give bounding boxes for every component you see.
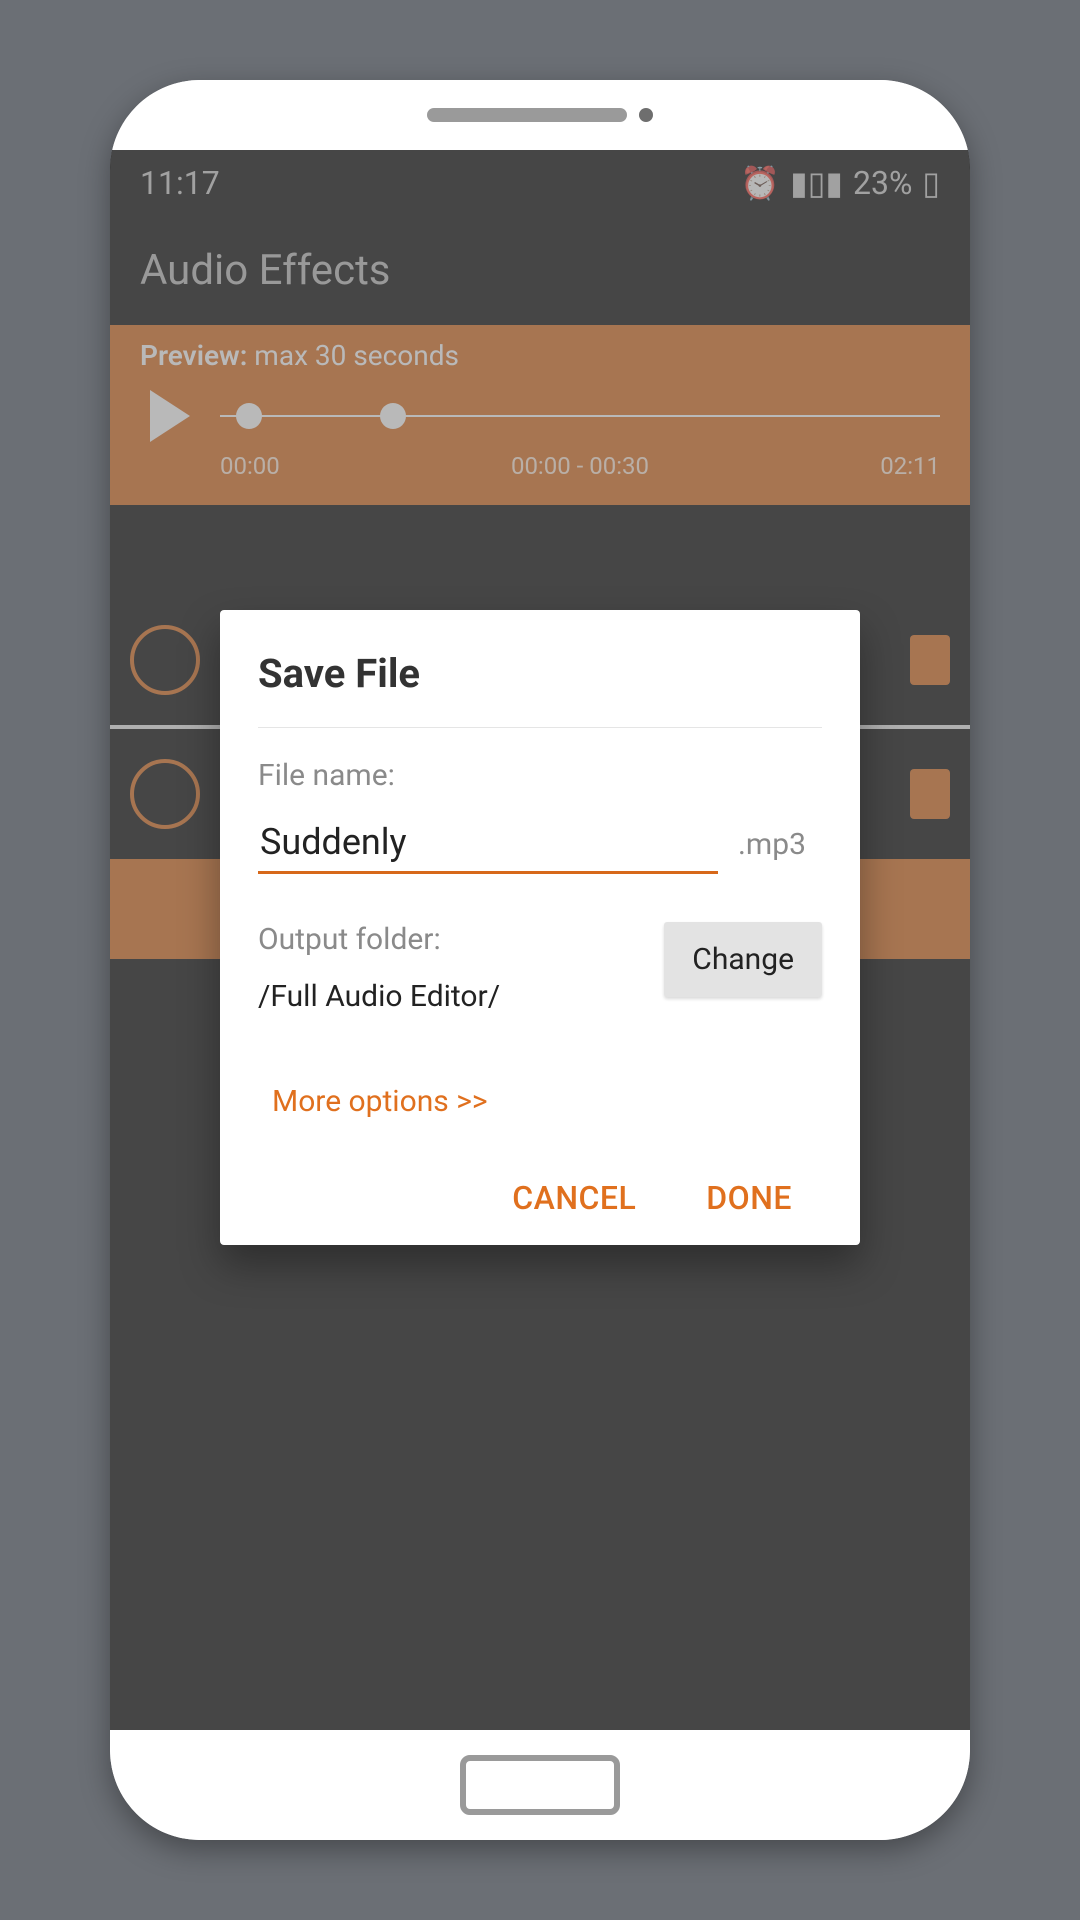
output-folder-label: Output folder: [258, 922, 500, 957]
screen: 11:17 ⏰ ▮▯▮ 23% ▯ Audio Effects Preview:… [110, 150, 970, 1730]
front-camera [639, 108, 653, 122]
more-options-link[interactable]: More options >> [272, 1084, 488, 1119]
phone-bottom-bezel [110, 1730, 970, 1840]
filename-input[interactable] [258, 815, 718, 874]
cancel-button[interactable]: CANCEL [512, 1179, 636, 1217]
done-button[interactable]: DONE [706, 1179, 792, 1217]
file-extension: .mp3 [738, 827, 806, 862]
dialog-title: Save File [258, 650, 822, 728]
save-file-dialog: Save File File name: .mp3 Output folder:… [220, 610, 860, 1245]
filename-label: File name: [258, 758, 822, 793]
change-folder-button[interactable]: Change [664, 922, 822, 997]
phone-frame: 11:17 ⏰ ▮▯▮ 23% ▯ Audio Effects Preview:… [110, 80, 970, 1840]
home-button[interactable] [460, 1755, 620, 1815]
phone-top-bezel [110, 80, 970, 150]
speaker-grill [427, 108, 627, 122]
output-folder-path: /Full Audio Editor/ [258, 979, 500, 1014]
